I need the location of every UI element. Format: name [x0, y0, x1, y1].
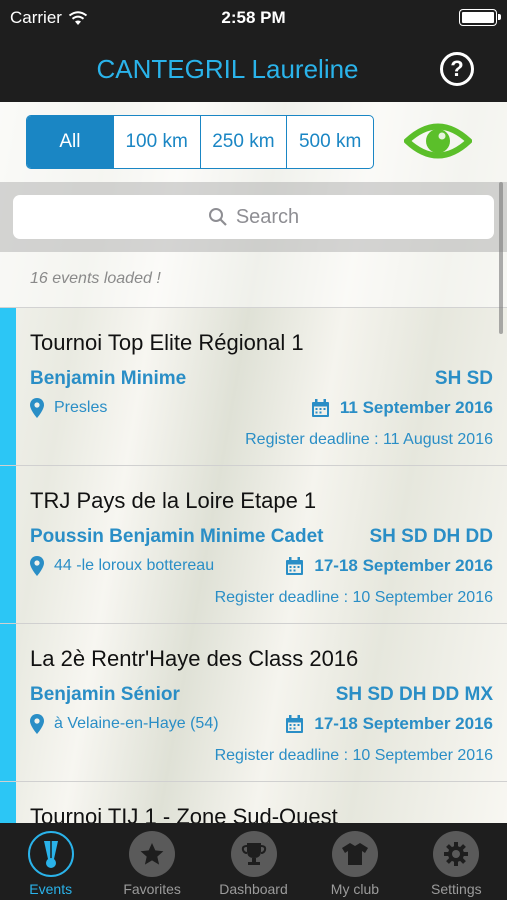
tab-favorites[interactable]: Favorites — [101, 823, 202, 900]
event-location-text: 44 -le loroux bottereau — [54, 557, 215, 574]
tab-settings[interactable]: Settings — [406, 823, 507, 900]
question-circle-icon: ? — [450, 56, 464, 81]
tab-label: Favorites — [123, 881, 181, 897]
status-bar: Carrier 2:58 PM — [0, 0, 507, 36]
help-button[interactable]: ? — [440, 52, 474, 86]
event-date: 17-18 September 2016 — [285, 556, 493, 576]
shirt-icon — [331, 831, 378, 877]
star-icon — [129, 831, 176, 877]
tab-events[interactable]: Events — [0, 823, 101, 900]
location-pin-icon — [30, 398, 44, 418]
event-location: Presles — [30, 398, 107, 418]
location-pin-icon — [30, 556, 44, 576]
event-title: Tournoi Top Elite Régional 1 — [30, 330, 304, 355]
tab-label: Events — [29, 881, 73, 897]
location-pin-icon — [30, 714, 44, 734]
event-location: à Velaine-en-Haye (54) — [30, 714, 219, 734]
page-title: CANTEGRIL Laureline — [96, 54, 359, 84]
calendar-icon — [286, 714, 304, 733]
search-input[interactable]: Search — [13, 195, 494, 239]
event-location: 44 -le loroux bottereau — [30, 556, 214, 576]
event-categories: Benjamin Sénior — [30, 684, 180, 705]
event-deadline: Register deadline : 10 September 2016 — [214, 589, 493, 606]
tab-bar: Events Favorites Dashboard My club Setti… — [0, 823, 507, 900]
tab-my-club[interactable]: My club — [304, 823, 405, 900]
nav-bar: CANTEGRIL Laureline ? — [0, 36, 507, 102]
segment-500km[interactable]: 500 km — [286, 116, 373, 168]
event-categories: Poussin Benjamin Minime Cadet — [30, 526, 324, 547]
event-date-text: 17-18 September 2016 — [314, 556, 493, 575]
event-disciplines: SH SD DH DD — [369, 526, 493, 547]
search-icon — [208, 208, 227, 226]
event-stripe — [0, 624, 16, 781]
scrollbar[interactable] — [499, 182, 503, 334]
shuttlecock-icon — [27, 831, 74, 877]
distance-segmented-control: All 100 km 250 km 500 km — [26, 115, 374, 169]
event-deadline: Register deadline : 10 September 2016 — [214, 747, 493, 764]
tab-label: Settings — [431, 881, 482, 897]
tab-label: Dashboard — [219, 881, 288, 897]
events-content[interactable]: All 100 km 250 km 500 km Search 16 event… — [0, 102, 507, 823]
tab-dashboard[interactable]: Dashboard — [203, 823, 304, 900]
event-date: 11 September 2016 — [311, 398, 493, 418]
event-deadline: Register deadline : 11 August 2016 — [245, 431, 493, 448]
battery-icon — [459, 9, 501, 26]
event-stripe — [0, 308, 16, 465]
event-stripe — [0, 782, 16, 823]
event-disciplines: SH SD DH DD MX — [335, 684, 493, 705]
search-area: Search — [0, 182, 507, 252]
status-time: 2:58 PM — [221, 8, 286, 27]
segment-250km[interactable]: 250 km — [199, 116, 287, 168]
events-loaded-message: 16 events loaded ! — [0, 252, 507, 308]
event-title: TRJ Pays de la Loire Etape 1 — [30, 488, 317, 513]
search-placeholder: Search — [235, 205, 300, 228]
event-row[interactable]: TRJ Pays de la Loire Etape 1 Poussin Ben… — [0, 466, 507, 624]
calendar-icon — [286, 556, 304, 575]
eye-icon[interactable] — [404, 116, 472, 166]
event-row[interactable]: La 2è Rentr'Haye des Class 2016 Benjamin… — [0, 624, 507, 782]
distance-filter-row: All 100 km 250 km 500 km — [0, 102, 507, 182]
event-disciplines: SH SD — [434, 368, 493, 389]
event-title: Tournoi TIJ 1 - Zone Sud-Ouest — [30, 804, 338, 823]
calendar-icon — [311, 398, 329, 417]
event-title: La 2è Rentr'Haye des Class 2016 — [30, 646, 359, 671]
gear-icon — [433, 831, 480, 877]
event-location-text: Presles — [54, 399, 108, 416]
event-date-text: 11 September 2016 — [339, 398, 493, 417]
event-stripe — [0, 466, 16, 623]
segment-all[interactable]: All — [27, 116, 113, 168]
tab-label: My club — [330, 881, 380, 897]
event-date: 17-18 September 2016 — [285, 714, 493, 734]
event-row[interactable]: Tournoi Top Elite Régional 1 Benjamin Mi… — [0, 308, 507, 466]
event-categories: Benjamin Minime — [30, 368, 187, 389]
event-location-text: à Velaine-en-Haye (54) — [54, 715, 219, 732]
trophy-icon — [230, 831, 277, 877]
segment-100km[interactable]: 100 km — [112, 116, 200, 168]
event-row[interactable]: Tournoi TIJ 1 - Zone Sud-Ouest — [0, 782, 507, 823]
event-date-text: 17-18 September 2016 — [314, 714, 493, 733]
